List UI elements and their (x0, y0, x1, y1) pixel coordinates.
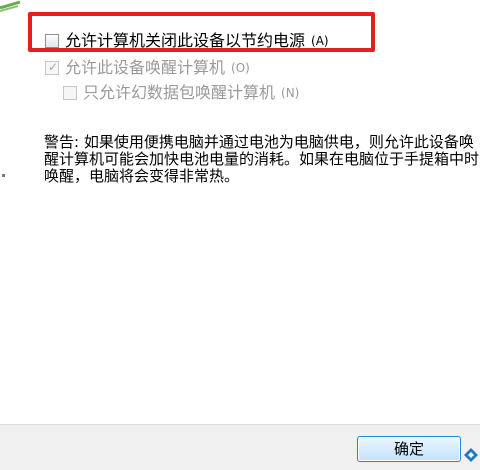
allow-wake-checkbox: ✓ (45, 61, 59, 75)
allow-wake-label: 允许此设备唤醒计算机 (65, 58, 226, 77)
checkmark-icon: ✓ (48, 60, 59, 74)
warning-text: 警告: 如果使用便携电脑并通过电池为电脑供电，则允许此设备唤醒计算机可能会加快电… (44, 134, 480, 185)
ok-button[interactable]: 确定 (357, 436, 461, 462)
power-management-dialog: 允许计算机关闭此设备以节约电源 (A) ✓ 允许此设备唤醒计算机 (O) 只允许… (0, 0, 480, 470)
magic-packet-accelerator: (N) (281, 86, 300, 100)
allow-power-off-checkbox[interactable] (45, 34, 59, 48)
magic-packet-label: 只允许幻数据包唤醒计算机 (83, 83, 276, 102)
magic-packet-option: 只允许幻数据包唤醒计算机 (N) (63, 84, 299, 102)
allow-power-off-option[interactable]: 允许计算机关闭此设备以节约电源 (A) (45, 32, 329, 50)
allow-wake-option: ✓ 允许此设备唤醒计算机 (O) (45, 59, 250, 77)
allow-power-off-label: 允许计算机关闭此设备以节约电源 (65, 31, 306, 50)
allow-wake-accelerator: (O) (231, 61, 250, 75)
left-edge-mark (2, 174, 5, 177)
magic-packet-checkbox (63, 86, 77, 100)
network-adapter-icon (0, 0, 21, 12)
corner-arrow-icon (464, 448, 478, 462)
allow-power-off-accelerator: (A) (311, 34, 329, 48)
